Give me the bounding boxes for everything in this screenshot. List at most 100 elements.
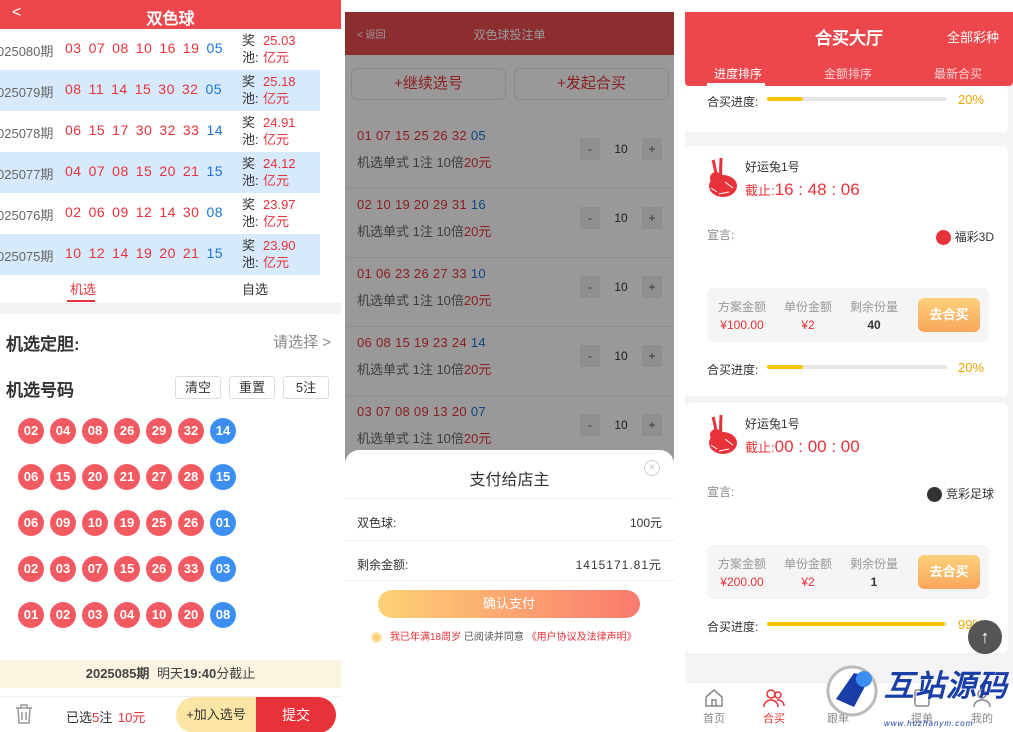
red-number: 12 <box>135 204 153 220</box>
join-group-button[interactable]: 去合买 <box>918 298 980 332</box>
progress-fill <box>767 97 803 101</box>
history-row: 025076期 02 06 09 12 14 30 08 奖池: 23.97 亿元 <box>0 193 320 234</box>
count-button[interactable]: 5注 <box>283 376 329 399</box>
red-number: 14 <box>159 204 176 220</box>
stats-box: 方案金额 ¥100.00 单份金额 ¥2 剩余份量 40 去合买 <box>707 288 989 342</box>
draw-numbers: 02 06 09 12 14 30 08 <box>65 204 230 220</box>
red-ball: 15 <box>50 464 76 490</box>
pool-label: 奖池: <box>242 74 259 106</box>
issue-number: 025076期 <box>0 208 54 223</box>
row-label: 剩余金额: <box>357 558 409 572</box>
stats-box: 方案金额 ¥200.00 单份金额 ¥2 剩余份量 1 去合买 <box>707 545 989 599</box>
red-ball: 33 <box>178 556 204 582</box>
nav-home[interactable]: 首页 <box>689 687 739 726</box>
agree-checkbox[interactable] <box>371 631 382 643</box>
red-ball: 26 <box>178 510 204 536</box>
draw-numbers: 08 11 14 15 30 32 05 <box>65 81 229 97</box>
red-ball: 02 <box>18 418 44 444</box>
red-ball: 28 <box>178 464 204 490</box>
red-ball: 01 <box>18 602 44 628</box>
red-number: 02 <box>65 204 82 220</box>
sel-mid: 注 <box>99 710 113 725</box>
watermark-text: 互站源码 <box>884 670 1008 703</box>
blue-number: 08 <box>206 204 224 220</box>
red-number: 14 <box>111 81 128 97</box>
progress-percent: 20% <box>958 92 985 107</box>
red-number: 06 <box>88 204 106 220</box>
stat-label: 方案金额 <box>717 557 766 571</box>
nav-group-buy[interactable]: 合买 <box>749 687 799 726</box>
blue-ball: 01 <box>210 510 236 536</box>
agreement-link[interactable]: 《用户协议及法律声明》 <box>527 632 637 643</box>
scroll-top-button[interactable]: ↑ <box>968 620 1002 654</box>
ssq-selection-panel: < 双色球 025080期 03 07 08 10 16 19 05 奖池: 25.03 亿元 025… <box>0 0 341 732</box>
tab-progress-sort[interactable]: 进度排序 <box>714 65 762 82</box>
red-ball: 21 <box>114 464 140 490</box>
blue-ball: 03 <box>210 556 236 582</box>
red-number: 15 <box>88 122 106 138</box>
progress-label: 合买进度: <box>707 620 759 634</box>
blue-ball: 08 <box>210 602 236 628</box>
red-ball: 20 <box>178 602 204 628</box>
watermark-logo-icon <box>826 665 878 717</box>
all-types-button[interactable]: 全部彩种 <box>947 27 999 46</box>
red-ball: 27 <box>146 464 172 490</box>
pool-amount: 25.18 亿元 <box>263 73 296 107</box>
red-ball: 25 <box>146 510 172 536</box>
confirm-pay-button[interactable]: 确认支付 <box>378 590 640 618</box>
stat-unit-amount: 单份金额 ¥2 <box>773 555 843 589</box>
header: 合买大厅 全部彩种 进度排序 金额排序 最新合买 <box>685 12 1013 86</box>
red-number: 30 <box>182 204 200 220</box>
pool-label: 奖池: <box>242 197 259 229</box>
user-name: 好运兔1号 <box>745 160 800 174</box>
trash-icon[interactable] <box>14 703 34 725</box>
dan-choose-button[interactable]: 请选择 > <box>273 331 331 352</box>
selection-summary: 已选5注 10元 <box>66 707 145 726</box>
blue-number: 15 <box>206 163 224 179</box>
add-selection-button[interactable]: +加入选号 <box>176 697 256 732</box>
bet-slip-panel: < 返回 双色球投注单 +继续选号 +发起合买 01 07 15 25 26 3… <box>345 12 674 720</box>
join-group-button[interactable]: 去合买 <box>918 555 980 589</box>
pool-amount-value: 23.90 <box>263 238 296 253</box>
submit-button[interactable]: 提交 <box>256 697 336 732</box>
blue-number: 15 <box>206 245 224 261</box>
stat-plan-amount: 方案金额 ¥100.00 <box>707 298 777 332</box>
red-number: 03 <box>65 40 82 56</box>
tab-newest[interactable]: 最新合买 <box>934 65 982 82</box>
divider <box>345 540 674 541</box>
group-card-partial: 合买进度: 20% <box>685 86 1008 132</box>
red-number: 07 <box>88 40 106 56</box>
red-ball: 02 <box>50 602 76 628</box>
red-ball: 04 <box>114 602 140 628</box>
red-ball: 06 <box>18 510 44 536</box>
red-number: 15 <box>135 163 153 179</box>
history-row: 025075期 10 12 14 19 20 21 15 奖池: 23.90 亿元 <box>0 234 320 275</box>
pool-amount-unit: 亿元 <box>263 255 290 270</box>
red-ball: 03 <box>50 556 76 582</box>
stat-label: 单份金额 <box>783 557 832 571</box>
history-list: 025080期 03 07 08 10 16 19 05 奖池: 25.03 亿元 025079期 08… <box>0 29 320 275</box>
group-card: 好运兔1号 截止:00 : 00 : 00 宣言: 竞彩足球 方案金额 ¥200.00 单份… <box>685 403 1008 653</box>
progress-label: 合买进度: <box>707 363 759 377</box>
pool-amount-value: 25.18 <box>263 74 296 89</box>
red-ball: 09 <box>50 510 76 536</box>
issue-number: 025075期 <box>0 249 54 264</box>
red-ball: 26 <box>114 418 140 444</box>
red-number: 12 <box>88 245 106 261</box>
pool-amount-unit: 亿元 <box>263 214 290 229</box>
red-number: 08 <box>112 40 129 56</box>
reset-button[interactable]: 重置 <box>229 376 275 399</box>
agree-text: 已阅读并同意 <box>461 632 527 643</box>
draw-numbers: 04 07 08 15 20 21 15 <box>65 163 230 179</box>
tab-self[interactable]: 自选 <box>242 279 268 298</box>
tab-machine[interactable]: 机选 <box>70 279 96 298</box>
pool-label: 奖池: <box>242 156 259 188</box>
pool-label: 奖池: <box>242 33 259 65</box>
clear-button[interactable]: 清空 <box>175 376 221 399</box>
close-icon[interactable]: × <box>644 460 660 476</box>
countdown: 截止:00 : 00 : 00 <box>745 437 860 457</box>
pool-amount-unit: 亿元 <box>263 91 290 106</box>
tab-amount-sort[interactable]: 金额排序 <box>824 65 872 82</box>
red-ball: 20 <box>82 464 108 490</box>
red-ball: 19 <box>114 510 140 536</box>
